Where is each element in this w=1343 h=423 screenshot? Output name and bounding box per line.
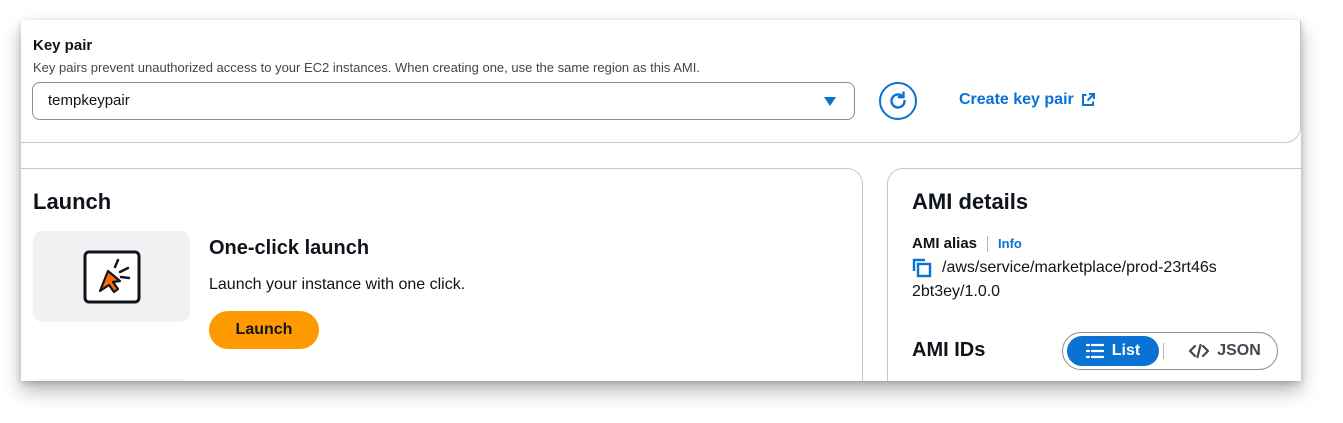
- list-view-button[interactable]: List: [1067, 336, 1159, 366]
- copy-icon: [912, 258, 932, 278]
- launch-option-tile: [33, 379, 190, 381]
- create-key-pair-label: Create key pair: [959, 91, 1074, 108]
- key-pair-select-value: tempkeypair: [48, 92, 130, 109]
- json-view-button[interactable]: JSON: [1177, 336, 1273, 366]
- ami-alias-value: /aws/service/marketplace/prod-23rt46s: [912, 258, 1217, 278]
- divider: [1163, 343, 1164, 359]
- code-icon: [1189, 343, 1210, 359]
- launch-panel: Launch One-click launch Launch your inst…: [21, 168, 863, 381]
- key-pair-description: Key pairs prevent unauthorized access to…: [33, 60, 700, 75]
- one-click-launch-description: Launch your instance with one click.: [209, 276, 466, 293]
- key-pair-title: Key pair: [33, 37, 93, 54]
- json-view-label: JSON: [1217, 342, 1261, 359]
- list-view-label: List: [1111, 342, 1141, 359]
- caret-down-icon: [824, 97, 836, 106]
- launch-icon-tile: [33, 231, 190, 322]
- key-pair-select[interactable]: tempkeypair: [32, 82, 855, 120]
- key-pair-panel: Key pair Key pairs prevent unauthorized …: [21, 20, 1301, 143]
- list-icon: [1085, 343, 1104, 359]
- launch-title: Launch: [33, 189, 112, 214]
- refresh-icon: [890, 91, 906, 109]
- refresh-button[interactable]: [879, 82, 917, 120]
- external-link-icon: [1081, 93, 1095, 106]
- ami-details-title: AMI details: [912, 189, 1029, 214]
- ami-alias-label: AMI alias: [912, 235, 978, 252]
- ami-alias-value-line2: 2bt3ey/1.0.0: [912, 283, 1001, 300]
- view-toggle: List JSON: [1062, 332, 1278, 370]
- ami-ids-title: AMI IDs: [912, 339, 986, 361]
- ami-alias-row: AMI alias Info: [912, 235, 1022, 252]
- info-link[interactable]: Info: [998, 236, 1022, 251]
- ami-details-panel: AMI details AMI alias Info /aws/service/…: [887, 168, 1301, 381]
- one-click-launch-title: One-click launch: [209, 237, 370, 259]
- create-key-pair-link[interactable]: Create key pair: [959, 91, 1096, 109]
- launch-button[interactable]: Launch: [209, 311, 319, 349]
- divider: [987, 235, 989, 252]
- ami-alias-value-line1: /aws/service/marketplace/prod-23rt46s: [942, 259, 1217, 276]
- copy-button[interactable]: [912, 258, 932, 278]
- cursor-click-icon: [83, 250, 140, 303]
- app-frame: Key pair Key pairs prevent unauthorized …: [21, 20, 1301, 381]
